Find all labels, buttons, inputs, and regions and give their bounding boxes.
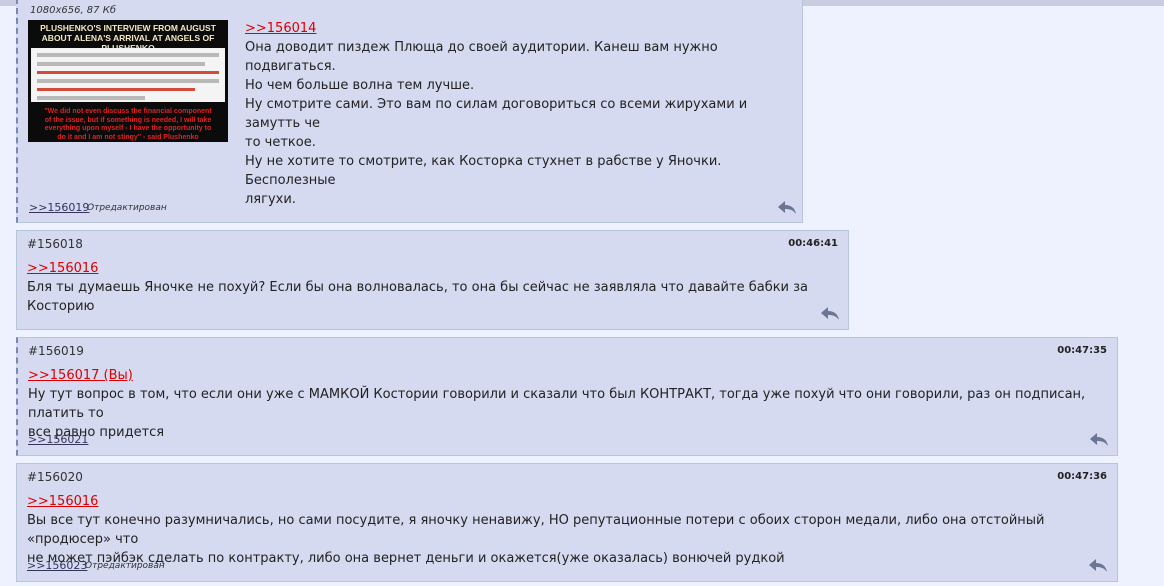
reply-reference-link[interactable]: >>156014	[245, 21, 316, 36]
post-body: Она доводит пиздеж Плюща до своей аудито…	[245, 40, 748, 245]
edited-label: Отредактирован	[85, 561, 165, 571]
attached-image-thumbnail[interactable]: PLUSHENKO'S INTERVIEW FROM AUGUST ABOUT …	[28, 20, 228, 142]
post-body: Вы все тут конечно разумничались, но сам…	[27, 513, 1045, 566]
backlink[interactable]: >>156021	[28, 433, 88, 446]
reply-arrow-icon[interactable]	[819, 305, 841, 321]
reply-arrow-icon[interactable]	[776, 199, 798, 215]
reply-reference-link[interactable]: >>156017 (Вы)	[28, 368, 133, 383]
post-number[interactable]: #156019	[28, 344, 84, 358]
post-156017: 1080x656, 87 Кб PLUSHENKO'S INTERVIEW FR…	[16, 0, 803, 245]
post-time: 00:47:36	[1057, 471, 1107, 482]
thumbnail-article-excerpt	[31, 48, 225, 102]
thumbnail-quote: "We did not even discuss the financial c…	[44, 108, 212, 141]
post-number[interactable]: #156020	[27, 470, 83, 484]
post-156018: #156018 00:46:41 >>156016 Бля ты думаешь…	[16, 230, 849, 330]
reply-arrow-icon[interactable]	[1088, 431, 1110, 447]
reply-arrow-icon[interactable]	[1087, 557, 1109, 573]
post-time: 00:46:41	[788, 238, 838, 249]
post-number[interactable]: #156018	[27, 237, 83, 251]
edited-label: Отредактирован	[87, 203, 167, 213]
post-156019: #156019 00:47:35 >>156017 (Вы) Ну тут во…	[16, 337, 1118, 456]
post-156020: #156020 00:47:36 >>156016 Вы все тут кон…	[16, 463, 1118, 582]
file-info: 1080x656, 87 Кб	[30, 5, 116, 16]
post-time: 00:47:35	[1057, 345, 1107, 356]
reply-reference-link[interactable]: >>156016	[27, 494, 98, 509]
backlink[interactable]: >>156019	[29, 201, 89, 214]
reply-reference-link[interactable]: >>156016	[27, 261, 98, 276]
post-body: Ну тут вопрос в том, что если они уже с …	[28, 387, 1086, 440]
post-body: Бля ты думаешь Яночке не похуй? Если бы …	[27, 280, 813, 314]
backlink[interactable]: >>156023	[27, 559, 87, 572]
